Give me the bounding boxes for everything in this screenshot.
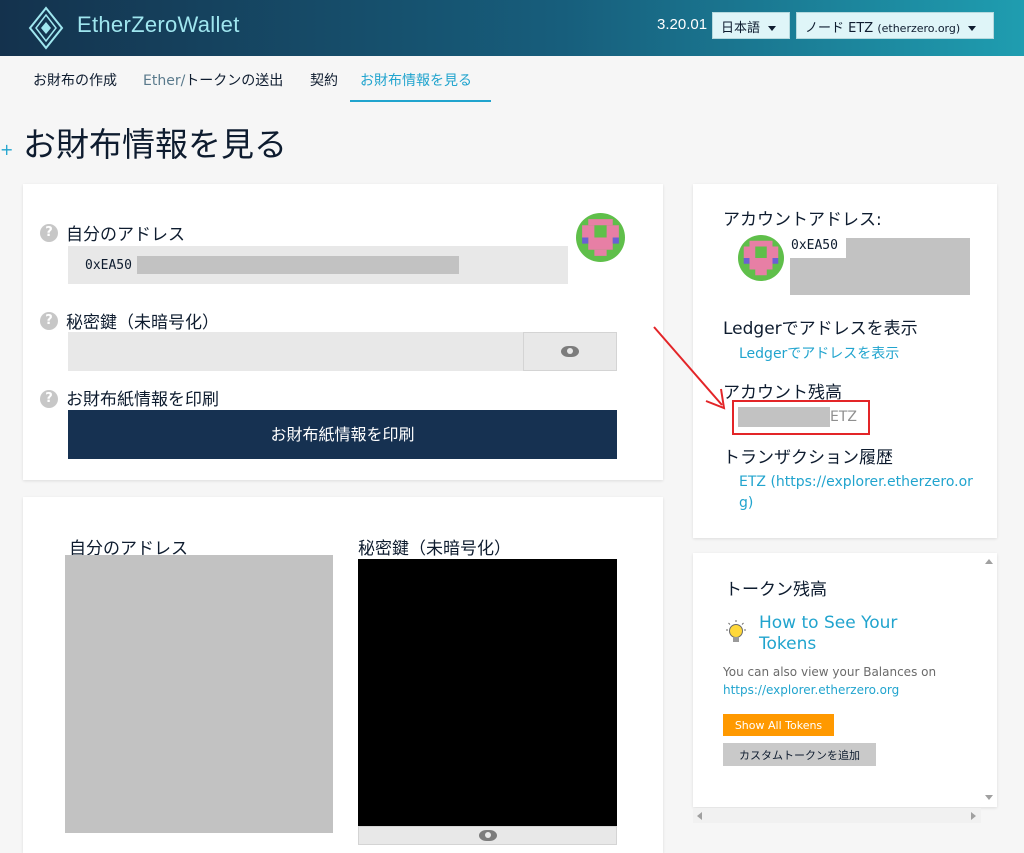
account-address-heading: アカウントアドレス: <box>723 210 882 230</box>
identicon-avatar <box>738 235 784 281</box>
horizontal-scrollbar[interactable] <box>693 808 981 823</box>
tab-generate-wallet[interactable]: お財布の作成 <box>33 70 117 90</box>
balance-value-redaction <box>738 407 830 427</box>
add-custom-token-button[interactable]: カスタムトークンを追加 <box>723 743 876 766</box>
ledger-link[interactable]: Ledgerでアドレスを表示 <box>739 343 899 363</box>
top-header: EtherZeroWallet 3.20.01 日本語 ノード ETZ (eth… <box>0 0 1024 56</box>
address-value: 0xEA50 <box>85 258 132 273</box>
tx-history-link-line2[interactable]: g) <box>739 495 753 511</box>
print-paper-wallet-button[interactable]: お財布紙情報を印刷 <box>68 410 617 459</box>
language-dropdown[interactable]: 日本語 <box>712 12 790 39</box>
tab-send-tokens-label: トークンの送出 <box>185 73 284 89</box>
scroll-up-icon[interactable] <box>985 559 993 564</box>
eye-icon <box>561 346 579 357</box>
token-balance-heading: トークン残高 <box>725 580 827 600</box>
print-paper-wallet-label: お財布紙情報を印刷 <box>66 390 219 410</box>
private-key-label: 秘密鍵（未暗号化） <box>66 313 219 333</box>
how-to-see-tokens-line1: How to See Your <box>759 613 898 633</box>
vertical-scrollbar[interactable] <box>981 555 996 805</box>
active-tab-underline <box>350 100 491 102</box>
paper-private-key-label: 秘密鍵（未暗号化） <box>358 539 511 559</box>
balance-unit: ETZ <box>830 409 857 425</box>
private-key-field[interactable] <box>68 332 524 371</box>
address-label: 自分のアドレス <box>66 225 185 245</box>
lightbulb-icon <box>726 620 746 642</box>
tab-contracts[interactable]: 契約 <box>310 70 338 90</box>
question-circle-icon[interactable]: ? <box>40 390 58 408</box>
address-qr-redaction <box>65 555 333 833</box>
brand-name[interactable]: EtherZeroWallet <box>77 12 240 38</box>
show-private-key-button[interactable] <box>523 332 617 371</box>
private-key-qr-hidden <box>358 559 617 826</box>
etherzero-logo-icon[interactable] <box>28 6 64 50</box>
node-dropdown-host: (etherzero.org) <box>877 22 961 35</box>
identicon-avatar <box>576 213 625 262</box>
explorer-link[interactable]: https://explorer.etherzero.org <box>723 681 953 699</box>
node-dropdown-label: ノード ETZ <box>805 21 878 36</box>
version-label: 3.20.01 <box>657 16 708 33</box>
account-address-value: 0xEA50 <box>791 238 838 253</box>
chevron-down-icon <box>968 26 977 31</box>
tab-send-tokens-prefix: Ether/ <box>143 73 186 89</box>
question-circle-icon[interactable]: ? <box>40 224 58 242</box>
scroll-down-icon[interactable] <box>985 795 993 800</box>
page-title: お財布情報を見る <box>23 125 287 164</box>
chevron-down-icon <box>768 26 777 31</box>
tx-history-heading: トランザクション履歴 <box>723 448 893 468</box>
token-info-line1: You can also view your Balances on <box>723 665 937 679</box>
tx-history-link-line1[interactable]: ETZ (https://explorer.etherzero.or <box>739 474 973 490</box>
show-private-key-qr-button[interactable] <box>358 826 617 845</box>
token-info-text: You can also view your Balances on https… <box>723 663 953 699</box>
language-dropdown-label: 日本語 <box>721 21 761 36</box>
how-to-see-tokens-line2: Tokens <box>759 634 817 654</box>
account-address-redaction-1 <box>846 238 970 258</box>
node-dropdown[interactable]: ノード ETZ (etherzero.org) <box>796 12 994 39</box>
account-address-redaction-2 <box>790 258 970 295</box>
scroll-right-icon[interactable] <box>971 812 976 820</box>
how-to-see-tokens-link[interactable]: How to See Your Tokens <box>759 613 897 655</box>
main-nav: お財布の作成 Ether/トークンの送出 契約 お財布情報を見る <box>0 56 1024 102</box>
question-circle-icon[interactable]: ? <box>40 312 58 330</box>
eye-icon <box>479 830 497 841</box>
tab-view-wallet-info[interactable]: お財布情報を見る <box>360 70 472 90</box>
show-all-tokens-button[interactable]: Show All Tokens <box>723 714 834 736</box>
address-redaction <box>137 256 459 274</box>
tab-send-tokens[interactable]: Ether/トークンの送出 <box>143 70 283 90</box>
scroll-left-icon[interactable] <box>697 812 702 820</box>
ledger-heading: Ledgerでアドレスを表示 <box>723 319 918 339</box>
red-arrow-annotation <box>653 326 726 410</box>
plus-icon: + <box>0 140 14 159</box>
